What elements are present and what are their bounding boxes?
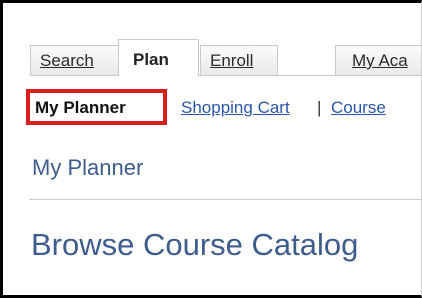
- tab-plan[interactable]: Plan: [118, 39, 199, 76]
- subnav-shopping-cart-link[interactable]: Shopping Cart: [181, 91, 290, 125]
- subnav-my-planner[interactable]: My Planner: [35, 91, 126, 125]
- tab-enroll[interactable]: Enroll: [200, 45, 278, 76]
- tab-search-label: Search: [40, 51, 94, 70]
- tab-enroll-label: Enroll: [210, 51, 254, 70]
- section-title: Browse Course Catalog: [31, 227, 359, 262]
- tab-my-academics-label: My Aca: [352, 51, 408, 70]
- tab-bar-divider: [30, 75, 421, 76]
- tab-plan-label: Plan: [133, 50, 169, 69]
- subnav-course-link[interactable]: Course: [331, 91, 386, 125]
- tab-my-academics[interactable]: My Aca: [335, 45, 421, 76]
- tab-search[interactable]: Search: [30, 45, 119, 76]
- main-tab-bar: Search Plan Enroll My Aca: [30, 31, 421, 76]
- subnav-separator: |: [317, 98, 322, 117]
- page-title: My Planner: [32, 155, 144, 180]
- current-page-highlight: My Planner: [26, 89, 167, 125]
- screenshot-frame: Search Plan Enroll My Aca My Planner Sho…: [0, 0, 422, 298]
- heading-divider: [29, 199, 421, 200]
